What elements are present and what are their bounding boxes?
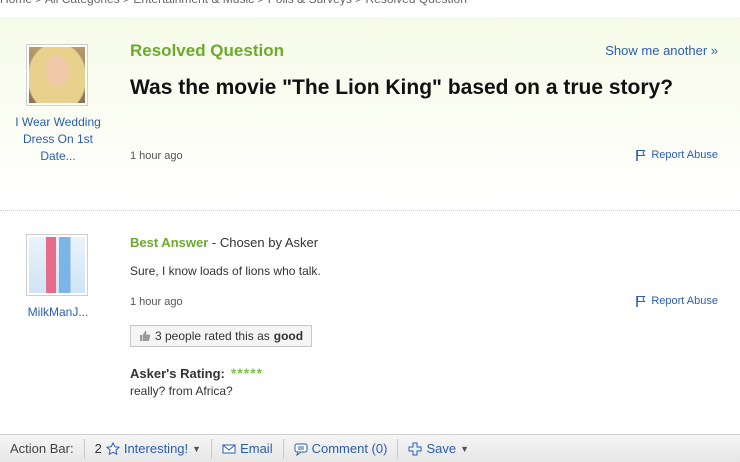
email-button[interactable]: Email — [212, 441, 283, 456]
save-label: Save — [426, 441, 457, 456]
asker-avatar[interactable] — [26, 44, 88, 106]
answerer-photo — [29, 237, 85, 293]
comment-icon — [294, 443, 308, 456]
asker-photo — [29, 47, 85, 103]
breadcrumb[interactable]: Home > All Categories > Entertainment & … — [0, 0, 740, 8]
interesting-button[interactable]: 2 Interesting! ▼ — [85, 441, 211, 456]
chosen-by-text: - Chosen by Asker — [208, 235, 319, 250]
answerer-avatar[interactable] — [26, 234, 88, 296]
answer-text: Sure, I know loads of lions who talk. — [130, 264, 321, 278]
best-answer-header: Best Answer - Chosen by Asker — [130, 235, 318, 250]
comment-button[interactable]: Comment (0) — [284, 441, 398, 456]
flag-icon — [636, 296, 646, 307]
question-timestamp: 1 hour ago — [130, 150, 183, 162]
rated-word: good — [273, 329, 304, 343]
best-answer-label: Best Answer — [130, 235, 209, 250]
rated-good-box[interactable]: 3 people rated this as good — [130, 325, 313, 347]
interesting-count: 2 — [94, 441, 102, 456]
rated-text: 3 people rated this as — [155, 329, 270, 343]
answerer-name-link[interactable]: MilkManJ... — [14, 304, 102, 321]
show-another-link[interactable]: Show me another » — [605, 43, 718, 58]
answer-timestamp: 1 hour ago — [130, 296, 183, 308]
asker-rating: Asker's Rating: ***** — [130, 365, 263, 381]
comment-label: Comment (0) — [311, 441, 388, 456]
answer-report-abuse[interactable]: Report Abuse — [635, 295, 718, 307]
star-icon — [105, 441, 120, 455]
save-button[interactable]: Save ▼ — [398, 441, 479, 456]
asker-name-link[interactable]: I Wear Wedding Dress On 1st Date... — [14, 114, 102, 165]
report-abuse-label: Report Abuse — [651, 149, 718, 161]
interesting-label: Interesting! — [123, 441, 189, 456]
chevron-down-icon: ▼ — [192, 443, 202, 454]
report-abuse-label: Report Abuse — [651, 295, 718, 307]
action-bar-label: Action Bar: — [10, 441, 74, 456]
question-report-abuse[interactable]: Report Abuse — [635, 149, 718, 161]
action-bar: Action Bar: 2 Interesting! ▼ Email Comme… — [0, 434, 740, 462]
thumbs-up-icon — [140, 331, 151, 341]
plus-icon — [408, 442, 422, 455]
question-title: Was the movie "The Lion King" based on a… — [130, 76, 674, 99]
rating-stars: ***** — [230, 365, 264, 381]
divider — [0, 210, 740, 211]
chevron-down-icon: ▼ — [460, 443, 470, 454]
email-label: Email — [240, 441, 273, 456]
resolved-status: Resolved Question — [130, 41, 284, 60]
rating-comment: really? from Africa? — [130, 384, 233, 398]
asker-rating-label: Asker's Rating: — [130, 365, 225, 381]
envelope-icon — [222, 444, 236, 453]
flag-icon — [636, 150, 646, 161]
